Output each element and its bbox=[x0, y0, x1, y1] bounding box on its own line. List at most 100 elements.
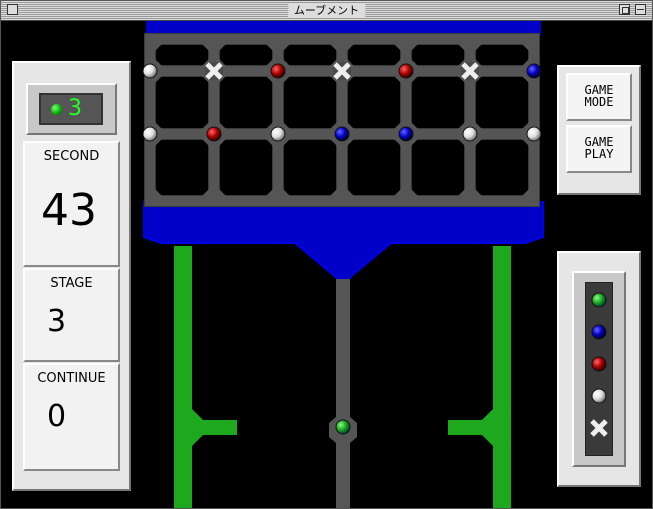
right-green-branch bbox=[448, 409, 493, 446]
cell-corner bbox=[330, 189, 337, 196]
cell-corner bbox=[266, 189, 273, 196]
ball-legend-frame bbox=[572, 271, 626, 467]
status-panel: 3 SECOND 43 STAGE 3 CONTINUE 0 bbox=[12, 61, 131, 491]
board-ball-white bbox=[142, 126, 158, 142]
cell-corner bbox=[411, 189, 418, 196]
cell-corner bbox=[283, 76, 290, 83]
cell-corner bbox=[155, 122, 162, 129]
cell-corner bbox=[522, 122, 529, 129]
cell-corner bbox=[522, 76, 529, 83]
cell-corner bbox=[155, 189, 162, 196]
cell-corner bbox=[202, 139, 209, 146]
cell-corner bbox=[394, 189, 401, 196]
board-pipes bbox=[143, 21, 544, 508]
window-title: ムーブメント bbox=[287, 3, 366, 18]
launcher-ball-green bbox=[335, 419, 351, 435]
second-box: SECOND 43 bbox=[23, 141, 120, 267]
board-ball-white bbox=[270, 126, 286, 142]
ball-legend bbox=[585, 282, 613, 456]
zoom-box[interactable] bbox=[619, 4, 630, 15]
cell-corner bbox=[283, 122, 290, 129]
continue-value: 0 bbox=[47, 399, 67, 434]
second-label: SECOND bbox=[43, 149, 100, 164]
cell-corner bbox=[202, 122, 209, 129]
cell-corner bbox=[219, 44, 226, 51]
cell-corner bbox=[411, 76, 418, 83]
cell-corner bbox=[394, 122, 401, 129]
cell-corner bbox=[266, 122, 273, 129]
cell-corner bbox=[155, 76, 162, 83]
ball-legend-panel bbox=[557, 251, 641, 487]
board-ball-blue bbox=[334, 126, 350, 142]
cell-corner bbox=[219, 122, 226, 129]
cell-corner bbox=[330, 139, 337, 146]
cell-corner bbox=[522, 59, 529, 66]
cell-corner bbox=[394, 139, 401, 146]
second-value: 43 bbox=[41, 185, 97, 236]
launcher-pipe bbox=[336, 279, 350, 508]
stage-box: STAGE 3 bbox=[23, 268, 120, 362]
game-area: 3 SECOND 43 STAGE 3 CONTINUE 0 GAME MODE… bbox=[1, 21, 652, 508]
cell-corner bbox=[266, 139, 273, 146]
right-green-pipe bbox=[493, 246, 511, 508]
board-ball-red bbox=[398, 63, 414, 79]
stage-label: STAGE bbox=[50, 276, 93, 291]
cell-corner bbox=[458, 139, 465, 146]
title-bar[interactable]: ムーブメント bbox=[1, 1, 652, 21]
cell-corner bbox=[283, 139, 290, 146]
cell-corner bbox=[347, 44, 354, 51]
board-canvas[interactable] bbox=[141, 21, 546, 508]
cell-corner bbox=[394, 44, 401, 51]
cell-corner bbox=[394, 59, 401, 66]
board-ball-blue bbox=[398, 126, 414, 142]
collapse-box[interactable] bbox=[635, 4, 646, 15]
cell-corner bbox=[411, 59, 418, 66]
cell-corner bbox=[266, 76, 273, 83]
cell-corner bbox=[283, 189, 290, 196]
board-ball-red bbox=[270, 63, 286, 79]
board-ball-x-block bbox=[333, 62, 351, 80]
legend-blue-ball-icon bbox=[591, 324, 607, 340]
cell-corner bbox=[155, 59, 162, 66]
game-window: ムーブメント 3 SECOND 43 STAGE 3 CONTINUE 0 GA… bbox=[0, 0, 653, 509]
cell-corner bbox=[219, 189, 226, 196]
cell-corner bbox=[330, 44, 337, 51]
remaining-counter: 3 bbox=[26, 83, 117, 135]
green-ball-icon bbox=[51, 104, 62, 115]
remaining-display: 3 bbox=[39, 93, 103, 125]
cell-corner bbox=[522, 44, 529, 51]
cell-corner bbox=[475, 122, 482, 129]
board-ball-white bbox=[462, 126, 478, 142]
game-play-button[interactable]: GAME PLAY bbox=[566, 125, 632, 173]
board-ball-blue bbox=[526, 63, 542, 79]
board-ball-white bbox=[142, 63, 158, 79]
cell-corner bbox=[330, 122, 337, 129]
cell-corner bbox=[347, 139, 354, 146]
cell-corner bbox=[202, 189, 209, 196]
game-board[interactable] bbox=[141, 21, 546, 508]
remaining-value: 3 bbox=[68, 96, 82, 121]
cell-corner bbox=[458, 122, 465, 129]
cell-corner bbox=[411, 122, 418, 129]
cell-corner bbox=[266, 59, 273, 66]
cell-corner bbox=[522, 189, 529, 196]
cell-corner bbox=[202, 44, 209, 51]
stage-value: 3 bbox=[47, 304, 67, 339]
legend-white-ball-icon bbox=[591, 388, 607, 404]
cell-corner bbox=[283, 59, 290, 66]
cell-corner bbox=[155, 139, 162, 146]
board-ball-red bbox=[206, 126, 222, 142]
close-box[interactable] bbox=[7, 4, 18, 15]
left-green-branch bbox=[192, 409, 237, 446]
legend-canvas bbox=[590, 292, 608, 437]
control-panel: GAME MODE GAME PLAY bbox=[557, 65, 641, 195]
cell-corner bbox=[411, 139, 418, 146]
game-mode-button[interactable]: GAME MODE bbox=[566, 73, 632, 121]
cell-corner bbox=[411, 44, 418, 51]
cell-corner bbox=[458, 189, 465, 196]
left-green-pipe bbox=[174, 246, 192, 508]
legend-green-ball-icon bbox=[591, 292, 607, 308]
cell-corner bbox=[347, 122, 354, 129]
board-ball-x-block bbox=[205, 62, 223, 80]
legend-block-icon bbox=[590, 419, 608, 437]
